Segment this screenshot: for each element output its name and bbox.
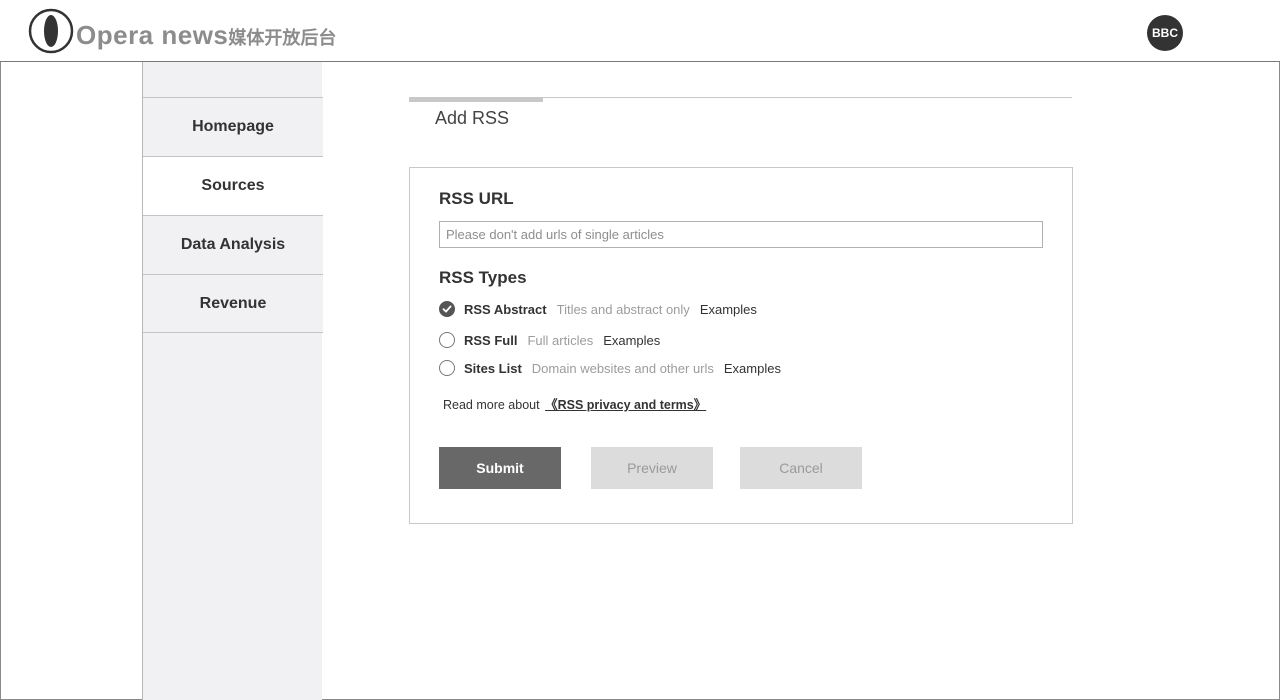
rss-types-title: RSS Types (439, 268, 527, 287)
add-rss-form: RSS URL RSS Types RSS Abstract Titles an… (409, 167, 1073, 524)
cancel-button[interactable]: Cancel (740, 447, 862, 489)
brand-name: Opera news (76, 20, 229, 50)
submit-button[interactable]: Submit (439, 447, 561, 489)
rss-type-label: RSS Full (464, 332, 518, 348)
rss-type-label: Sites List (464, 360, 522, 376)
rss-type-examples-link[interactable]: Examples (603, 333, 660, 348)
rss-type-label: RSS Abstract (464, 301, 547, 317)
rss-type-option-abstract[interactable]: RSS Abstract Titles and abstract only Ex… (439, 300, 757, 318)
sidebar-item-revenue[interactable]: Revenue (143, 274, 323, 333)
sidebar-item-data-analysis[interactable]: Data Analysis (143, 215, 323, 274)
brand-title[interactable]: Opera news媒体开放后台 (76, 19, 336, 54)
rss-type-examples-link[interactable]: Examples (700, 302, 757, 317)
sidebar-item-homepage[interactable]: Homepage (143, 97, 323, 156)
active-tab-indicator (409, 97, 543, 102)
rss-type-description: Domain websites and other urls (531, 360, 714, 376)
rss-url-input[interactable] (439, 221, 1043, 248)
account-avatar[interactable]: BBC (1147, 15, 1183, 51)
brand-suffix: 媒体开放后台 (228, 28, 337, 48)
opera-logo-icon[interactable] (28, 8, 74, 54)
tab-add-rss[interactable]: Add RSS (435, 108, 509, 129)
radio-unchecked-icon[interactable] (439, 360, 455, 376)
rss-type-description: Full articles (527, 332, 594, 348)
rss-type-examples-link[interactable]: Examples (724, 361, 781, 376)
terms-prefix: Read more about (443, 398, 540, 412)
rss-type-description: Titles and abstract only (556, 301, 690, 317)
sidebar-item-sources[interactable]: Sources (143, 156, 323, 215)
rss-type-option-sites-list[interactable]: Sites List Domain websites and other url… (439, 359, 781, 377)
rss-url-title: RSS URL (439, 189, 514, 208)
terms-notice: Read more about 《RSS privacy and terms》 (443, 394, 706, 413)
sidebar-divider (143, 332, 323, 333)
radio-checked-icon[interactable] (439, 301, 455, 317)
sidebar-nav: Homepage Sources Data Analysis Revenue (142, 62, 323, 700)
preview-button[interactable]: Preview (591, 447, 713, 489)
radio-unchecked-icon[interactable] (439, 332, 455, 348)
rss-type-option-full[interactable]: RSS Full Full articles Examples (439, 331, 660, 349)
terms-link[interactable]: 《RSS privacy and terms》 (545, 398, 706, 412)
top-header: Opera news媒体开放后台 BBC (0, 0, 1280, 62)
